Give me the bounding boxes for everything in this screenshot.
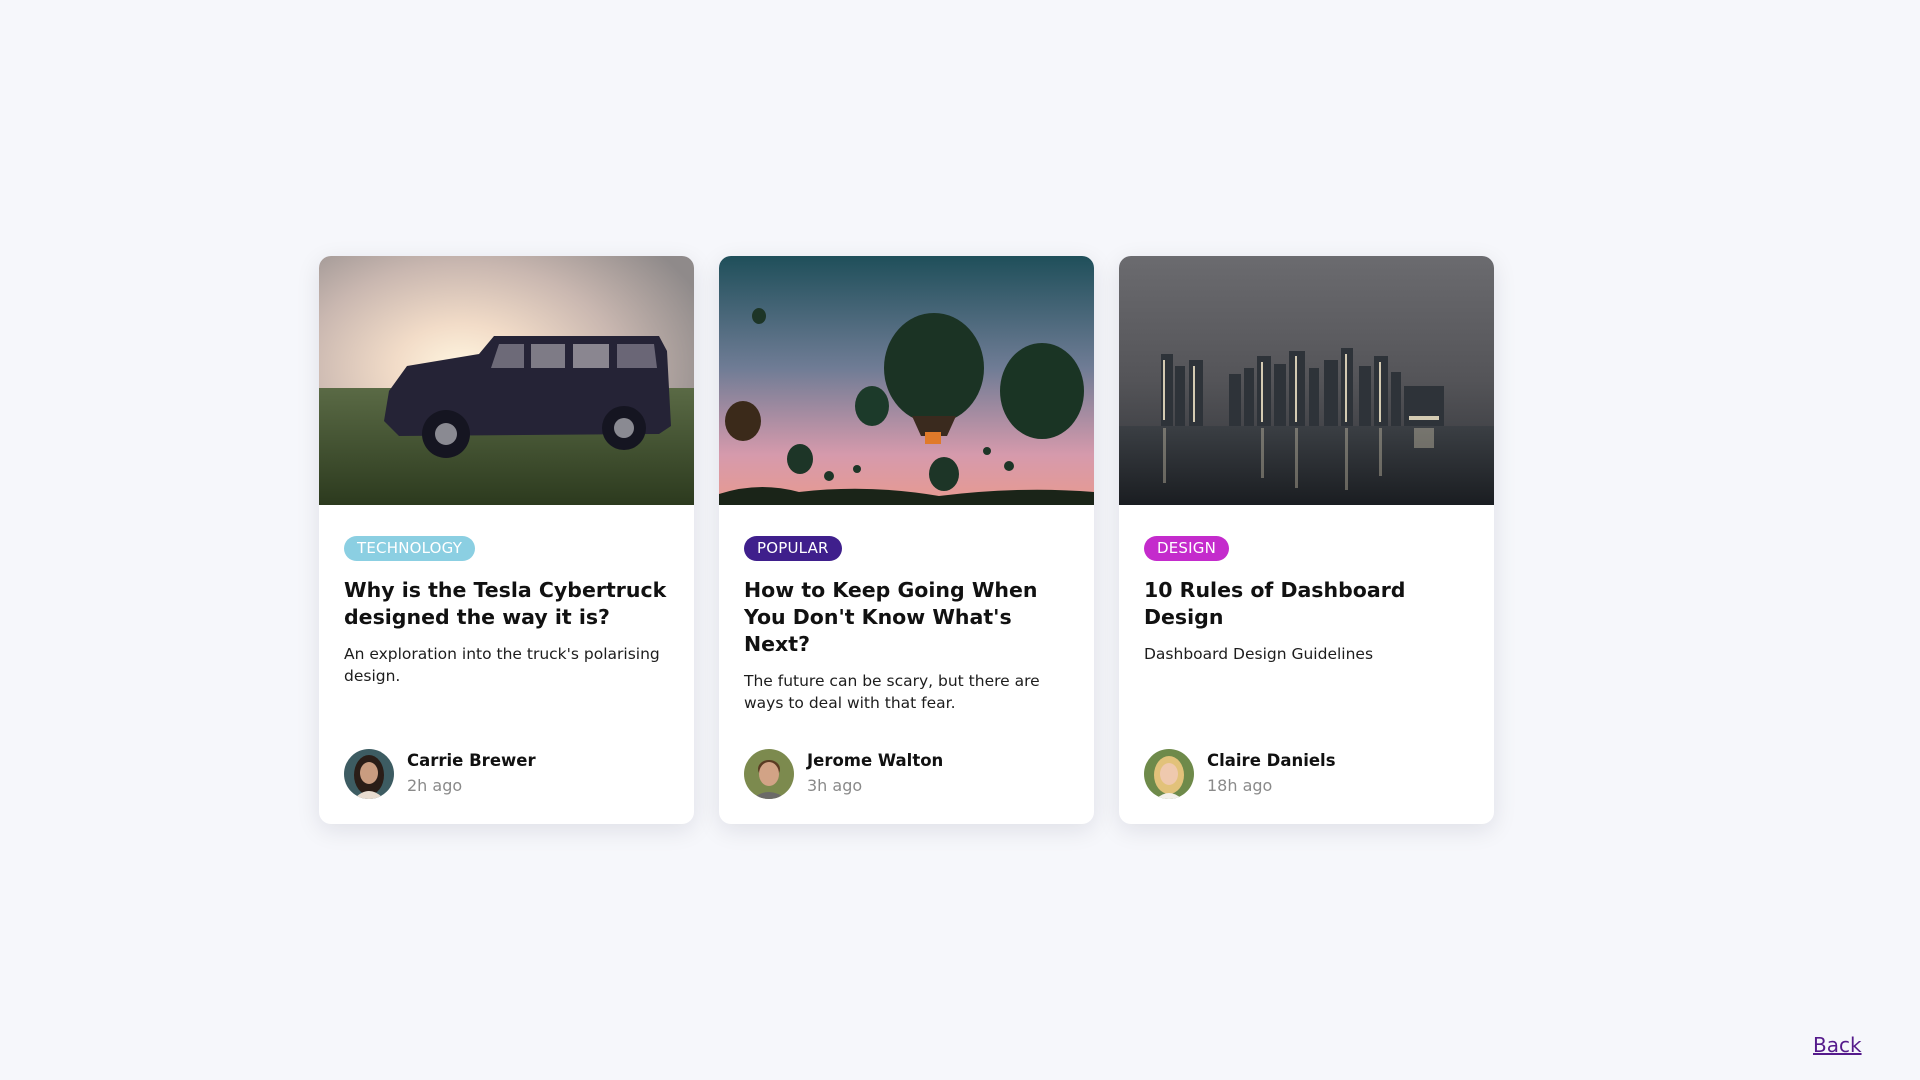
hot-air-balloons-photo — [719, 256, 1094, 505]
article-description: The future can be scary, but there are w… — [744, 672, 1040, 712]
article-title[interactable]: How to Keep Going When You Don't Know Wh… — [744, 577, 1069, 658]
article-card-tesla[interactable]: TECHNOLOGY Why is the Tesla Cybertruck d… — [319, 256, 694, 824]
category-tag[interactable]: DESIGN — [1144, 536, 1230, 561]
article-card-dashboard[interactable]: DESIGN 10 Rules of Dashboard Design Dash… — [1119, 256, 1494, 824]
woman-blonde-avatar — [1144, 749, 1194, 799]
author-name[interactable]: Claire Daniels — [1207, 750, 1336, 772]
post-time: 2h ago — [407, 776, 463, 795]
article-card-keep-going[interactable]: POPULAR How to Keep Going When You Don't… — [719, 256, 1094, 824]
truck-sunset-photo — [319, 256, 694, 505]
category-tag[interactable]: TECHNOLOGY — [344, 536, 476, 561]
card-grid: TECHNOLOGY Why is the Tesla Cybertruck d… — [319, 256, 1494, 824]
category-tag[interactable]: POPULAR — [744, 536, 842, 561]
author-name[interactable]: Carrie Brewer — [407, 750, 536, 772]
article-title[interactable]: Why is the Tesla Cybertruck designed the… — [344, 577, 669, 631]
author-name[interactable]: Jerome Walton — [807, 750, 943, 772]
post-time: 18h ago — [1207, 776, 1273, 795]
author-block: Jerome Walton 3h ago — [744, 749, 943, 799]
article-description: An exploration into the truck's polarisi… — [344, 645, 660, 685]
woman-dark-hair-avatar — [344, 749, 394, 799]
man-short-hair-avatar — [744, 749, 794, 799]
author-block: Claire Daniels 18h ago — [1144, 749, 1336, 799]
post-time: 3h ago — [807, 776, 863, 795]
back-link[interactable]: Back — [1813, 1033, 1862, 1057]
article-title[interactable]: 10 Rules of Dashboard Design — [1144, 577, 1469, 631]
city-skyline-night-photo — [1119, 256, 1494, 505]
author-block: Carrie Brewer 2h ago — [344, 749, 536, 799]
article-description: Dashboard Design Guidelines — [1144, 645, 1374, 663]
